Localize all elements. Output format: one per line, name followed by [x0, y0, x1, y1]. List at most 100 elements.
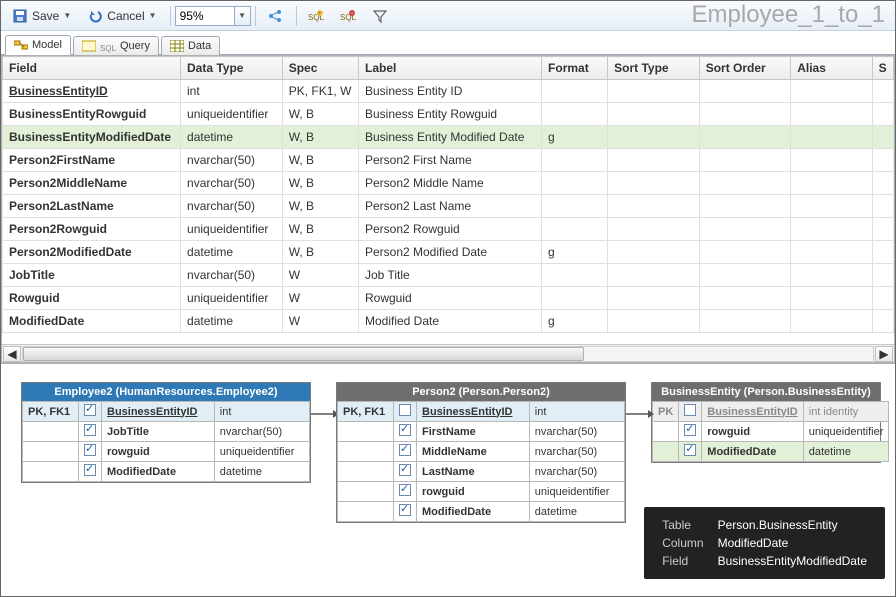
- name-cell: rowguid: [702, 422, 803, 442]
- table-row[interactable]: Person2LastNamenvarchar(50)W, BPerson2 L…: [3, 195, 894, 218]
- cell: nvarchar(50): [181, 149, 283, 172]
- scroll-left-button[interactable]: ◀: [3, 346, 21, 362]
- zoom-dropdown-button[interactable]: ▼: [235, 6, 251, 26]
- tab-model[interactable]: Model: [5, 35, 71, 55]
- table-row[interactable]: JobTitlenvarchar(50)WJob Title: [3, 264, 894, 287]
- entity-row[interactable]: rowguiduniqueidentifier: [653, 422, 889, 442]
- checkbox-icon[interactable]: [399, 444, 411, 456]
- scroll-right-button[interactable]: ▶: [875, 346, 893, 362]
- tab-query[interactable]: SQL Query: [73, 36, 159, 55]
- entity-table[interactable]: Employee2 (HumanResources.Employee2)PK, …: [21, 382, 311, 483]
- key-cell: [338, 422, 394, 442]
- checkbox-icon[interactable]: [399, 464, 411, 476]
- scroll-thumb[interactable]: [23, 347, 584, 361]
- filter-icon: [372, 8, 388, 24]
- col-sort-type[interactable]: Sort Type: [608, 57, 700, 80]
- cell: Person2LastName: [3, 195, 181, 218]
- col-data-type[interactable]: Data Type: [181, 57, 283, 80]
- table-row[interactable]: Person2ModifiedDatedatetimeW, BPerson2 M…: [3, 241, 894, 264]
- entity-row[interactable]: PK, FK1BusinessEntityIDint: [23, 402, 310, 422]
- cell: [608, 80, 700, 103]
- cell: BusinessEntityID: [3, 80, 181, 103]
- table-row[interactable]: Person2RowguiduniqueidentifierW, BPerson…: [3, 218, 894, 241]
- tooltip-table-label: Table: [656, 517, 709, 533]
- save-button[interactable]: Save ▼: [5, 5, 78, 27]
- entity-row[interactable]: rowguiduniqueidentifier: [23, 442, 310, 462]
- entity-header: Employee2 (HumanResources.Employee2): [22, 383, 310, 401]
- relation-arrow-1: [311, 404, 339, 424]
- checkbox-icon[interactable]: [684, 444, 696, 456]
- tab-label: Query: [120, 40, 150, 52]
- col-label[interactable]: Label: [358, 57, 541, 80]
- checkbox-icon[interactable]: [684, 424, 696, 436]
- table-row[interactable]: BusinessEntityModifiedDatedatetimeW, BBu…: [3, 126, 894, 149]
- table-row[interactable]: ModifiedDatedatetimeWModified Dateg: [3, 310, 894, 333]
- remove-sql-button[interactable]: SQL−: [333, 5, 363, 27]
- checkbox-icon[interactable]: [84, 424, 96, 436]
- filter-button[interactable]: [365, 5, 395, 27]
- checkbox-icon[interactable]: [84, 464, 96, 476]
- cell: [872, 172, 893, 195]
- entity-row[interactable]: ModifiedDatedatetime: [653, 442, 889, 462]
- key-cell: [653, 442, 679, 462]
- cell: [699, 241, 791, 264]
- svg-text:+: +: [318, 11, 322, 17]
- entity-row[interactable]: MiddleNamenvarchar(50): [338, 442, 625, 462]
- tab-data[interactable]: Data: [161, 36, 220, 55]
- chevron-down-icon: ▼: [238, 11, 246, 20]
- cell: [608, 126, 700, 149]
- cell: [872, 218, 893, 241]
- name-cell: rowguid: [102, 442, 215, 462]
- svg-text:−: −: [350, 11, 354, 17]
- cell: PK, FK1, W: [282, 80, 358, 103]
- entity-table[interactable]: Person2 (Person.Person2)PK, FK1BusinessE…: [336, 382, 626, 523]
- entity-table[interactable]: BusinessEntity (Person.BusinessEntity)PK…: [651, 382, 881, 463]
- checkbox-icon[interactable]: [399, 404, 411, 416]
- entity-row[interactable]: PK, FK1BusinessEntityIDint: [338, 402, 625, 422]
- name-cell: ModifiedDate: [102, 462, 215, 482]
- scroll-track[interactable]: [22, 346, 874, 362]
- entity-row[interactable]: ModifiedDatedatetime: [338, 502, 625, 522]
- horizontal-scrollbar[interactable]: ◀ ▶: [2, 344, 894, 362]
- check-cell: [79, 422, 102, 442]
- add-sql-button[interactable]: SQL+: [301, 5, 331, 27]
- diagram-pane[interactable]: BusinessEntity (Person.BusinessEntity)PK…: [1, 363, 895, 593]
- zoom-combo[interactable]: ▼: [175, 6, 251, 26]
- chevron-down-icon: ▼: [149, 11, 157, 20]
- table-row[interactable]: RowguiduniqueidentifierWRowguid: [3, 287, 894, 310]
- col-s[interactable]: S: [872, 57, 893, 80]
- col-field[interactable]: Field: [3, 57, 181, 80]
- col-alias[interactable]: Alias: [791, 57, 872, 80]
- table-row[interactable]: BusinessEntityRowguiduniqueidentifierW, …: [3, 103, 894, 126]
- col-spec[interactable]: Spec: [282, 57, 358, 80]
- checkbox-icon[interactable]: [84, 444, 96, 456]
- field-name: FirstName: [422, 426, 476, 438]
- type-cell: datetime: [529, 502, 624, 522]
- table-row[interactable]: Person2MiddleNamenvarchar(50)W, BPerson2…: [3, 172, 894, 195]
- checkbox-icon[interactable]: [399, 504, 411, 516]
- checkbox-icon[interactable]: [399, 484, 411, 496]
- entity-row[interactable]: rowguiduniqueidentifier: [338, 482, 625, 502]
- checkbox-icon[interactable]: [84, 404, 96, 416]
- entity-row[interactable]: PKBusinessEntityIDint identity: [653, 402, 889, 422]
- tooltip-column-label: Column: [656, 535, 709, 551]
- check-cell: [79, 442, 102, 462]
- type-cell: uniqueidentifier: [214, 442, 309, 462]
- zoom-input[interactable]: [175, 6, 235, 26]
- entity-row[interactable]: ModifiedDatedatetime: [23, 462, 310, 482]
- share-button[interactable]: [260, 5, 290, 27]
- cell: W, B: [282, 149, 358, 172]
- table-row[interactable]: Person2FirstNamenvarchar(50)W, BPerson2 …: [3, 149, 894, 172]
- tab-label: Model: [32, 39, 62, 51]
- checkbox-icon[interactable]: [399, 424, 411, 436]
- entity-row[interactable]: FirstNamenvarchar(50): [338, 422, 625, 442]
- entity-row[interactable]: JobTitlenvarchar(50): [23, 422, 310, 442]
- col-format[interactable]: Format: [542, 57, 608, 80]
- data-icon: [170, 40, 184, 52]
- col-sort-order[interactable]: Sort Order: [699, 57, 791, 80]
- checkbox-icon[interactable]: [684, 404, 696, 416]
- cancel-button[interactable]: Cancel ▼: [80, 5, 163, 27]
- table-row[interactable]: BusinessEntityIDintPK, FK1, WBusiness En…: [3, 80, 894, 103]
- entity-row[interactable]: LastNamenvarchar(50): [338, 462, 625, 482]
- check-cell: [679, 402, 702, 422]
